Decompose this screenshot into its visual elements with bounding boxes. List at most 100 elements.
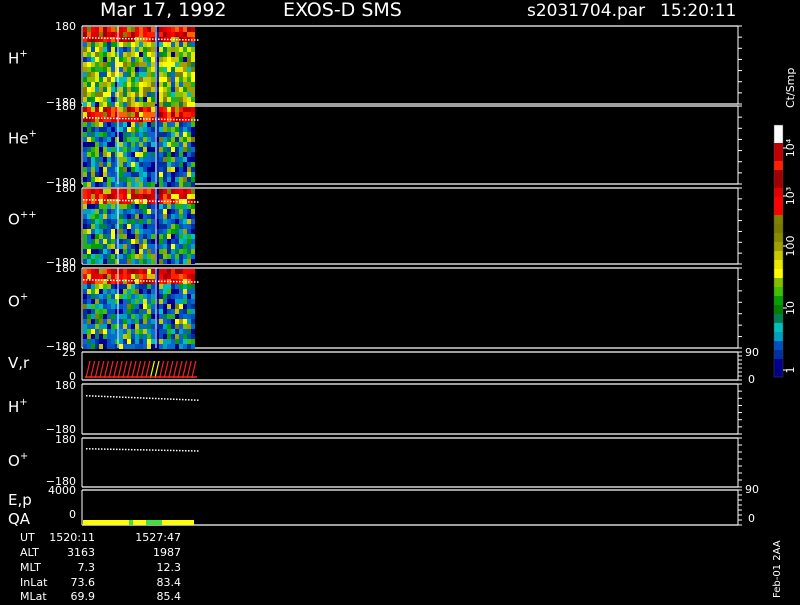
heat-cell [175,57,179,62]
heat-cell [171,319,175,324]
heat-cell [103,182,107,187]
heat-cell [99,127,103,132]
heat-cell [143,77,147,82]
heat-cell [87,229,91,234]
heat-cell [119,27,123,32]
heat-cell [123,27,127,32]
heat-cell [163,254,167,259]
heat-cell [83,219,87,224]
heat-cell [139,299,143,304]
heat-cell [103,324,107,329]
heat-cell [179,47,183,52]
heat-cell [131,284,135,289]
footer-label: ALT [20,546,39,559]
heat-cell [111,112,115,117]
heat-cell [83,224,87,229]
heat-cell [143,239,147,244]
heat-cell [131,67,135,72]
heat-cell [103,309,107,314]
heat-cell [139,234,143,239]
heat-cell [99,147,103,152]
heat-cell [171,182,175,187]
heat-cell [179,62,183,67]
heat-cell [151,319,155,324]
heat-cell [111,47,115,52]
heat-cell [131,122,135,127]
heat-cell [191,304,195,309]
heat-cell [191,57,195,62]
heat-cell [135,309,139,314]
trace-dot [182,38,184,41]
heat-cell [163,339,167,344]
heat-cell [107,319,111,324]
trace-dot [137,38,139,40]
heat-cell [131,152,135,157]
trace-dot [89,37,91,39]
heat-cell [103,162,107,167]
heat-cell [119,254,123,259]
heat-cell [95,304,99,309]
trace-dot [185,119,187,121]
heat-cell [123,214,127,219]
heat-cell [151,189,155,194]
heat-cell [191,229,195,234]
heat-cell [111,77,115,82]
heat-cell [91,142,95,147]
o-trace-dot [119,448,121,451]
heat-cell [187,147,191,152]
o-trace-dot [131,448,133,451]
heat-cell [95,127,99,132]
heat-cell [127,279,131,284]
heat-cell [171,72,175,77]
heat-cell [167,77,171,82]
heat-cell [183,204,187,209]
heat-cell [171,299,175,304]
heat-cell [175,137,179,142]
heat-cell [139,254,143,259]
heat-cell [167,189,171,194]
heat-cell [139,224,143,229]
heat-cell [167,284,171,289]
heat-cell [163,152,167,157]
heat-cell [107,32,111,37]
heat-cell [131,189,135,194]
trace-dot [164,118,166,121]
heat-cell [179,152,183,157]
heat-cell [123,132,127,137]
footer-value-1: 3163 [67,546,95,559]
heat-cell [163,182,167,187]
trace-dot [143,38,145,40]
footer-label: MLat [20,590,47,600]
heat-cell [151,157,155,162]
heat-cell [95,334,99,339]
heat-cell [191,319,195,324]
heat-cell [183,67,187,72]
heat-cell [175,167,179,172]
heat-cell [175,92,179,97]
heat-cell [127,112,131,117]
exos-d-plot: Mar 17, 1992 EXOS-D SMS s2031704.par 15:… [0,0,800,603]
heat-cell [159,299,163,304]
heat-cell [187,57,191,62]
h-trace-dot [173,398,175,400]
heat-cell [187,189,191,194]
heat-cell [131,214,135,219]
heat-cell [127,157,131,162]
heat-cell [183,27,187,32]
heat-cell [131,309,135,314]
heat-cell [123,177,127,182]
heat-cell [139,102,143,107]
heat-cell [87,219,91,224]
heat-cell [139,77,143,82]
heat-cell [95,254,99,259]
heat-cell [187,344,191,349]
heat-cell [91,239,95,244]
heat-cell [127,97,131,102]
heat-cell [179,177,183,182]
heat-cell [127,162,131,167]
o-trace-dot [194,450,196,452]
heat-cell [107,167,111,172]
heat-cell [135,157,139,162]
heat-cell [151,72,155,77]
heat-cell [163,309,167,314]
